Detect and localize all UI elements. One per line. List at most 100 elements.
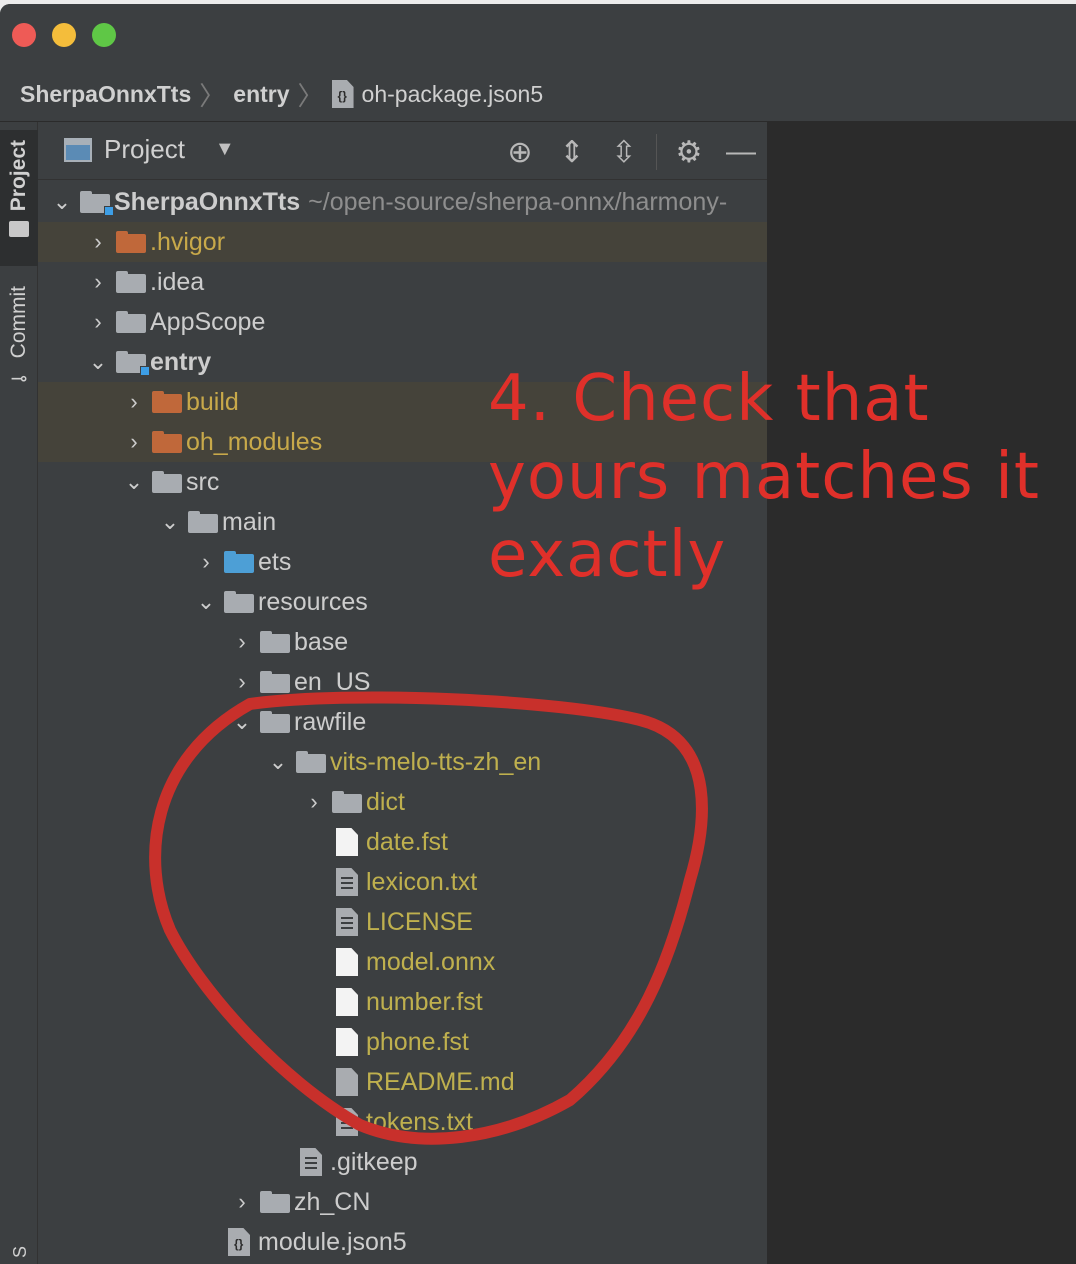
tree-label-model: model.onnx [366, 947, 496, 976]
project-panel: Project ▼ ⊕ ⇕ ⇳ ⚙ — ⌄ SherpaOnnxTts ~/op… [38, 122, 767, 1264]
tree-label-license: LICENSE [366, 907, 473, 936]
tree-row-gitkeep[interactable]: › .gitkeep [38, 1142, 767, 1182]
tree-row-date-fst[interactable]: › date.fst [38, 822, 767, 862]
chevron-down-icon[interactable]: ⌄ [116, 469, 152, 495]
project-view-selector[interactable]: Project ▼ [64, 134, 235, 165]
tab-project[interactable]: Project [0, 130, 38, 266]
folder-icon [116, 311, 146, 333]
toolbar-divider [656, 134, 657, 170]
tree-row-idea[interactable]: › .idea [38, 262, 767, 302]
text-file-icon [336, 1108, 358, 1136]
expand-all-icon[interactable]: ⇕ [546, 130, 598, 174]
gear-icon[interactable]: ⚙ [663, 130, 715, 174]
tool-window-strip: Project Commit ⊸ S [0, 122, 38, 1264]
tree-label-resources: resources [258, 587, 368, 616]
tree-row-readme[interactable]: › README.md [38, 1062, 767, 1102]
tree-label-lexicon: lexicon.txt [366, 867, 478, 896]
tab-structure[interactable]: S [10, 1242, 31, 1263]
source-folder-icon [224, 551, 254, 573]
chevron-right-icon[interactable]: › [116, 429, 152, 455]
tree-row-src[interactable]: ⌄ src [38, 462, 767, 502]
chevron-right-icon[interactable]: › [296, 789, 332, 815]
breadcrumb-module[interactable]: entry [233, 81, 289, 108]
folder-icon [116, 271, 146, 293]
chevron-down-icon[interactable]: ⌄ [44, 189, 80, 215]
tree-label-appscope: AppScope [150, 307, 266, 336]
tree-row-appscope[interactable]: › AppScope [38, 302, 767, 342]
chevron-down-icon[interactable]: ⌄ [260, 749, 296, 775]
tree-label-ets: ets [258, 547, 292, 576]
tree-row-main[interactable]: ⌄ main [38, 502, 767, 542]
tree-row-tokens[interactable]: › tokens.txt [38, 1102, 767, 1142]
locate-icon[interactable]: ⊕ [494, 130, 546, 174]
breadcrumb-project[interactable]: SherpaOnnxTts [20, 81, 191, 108]
chevron-right-icon[interactable]: › [224, 669, 260, 695]
tree-label-src: src [186, 467, 220, 496]
excluded-folder-icon [152, 431, 182, 453]
panel-toolbar: ⊕ ⇕ ⇳ ⚙ — [494, 130, 767, 174]
chevron-right-icon: 〉 [199, 80, 226, 111]
chevron-down-icon[interactable]: ⌄ [224, 709, 260, 735]
chevron-down-icon[interactable]: ⌄ [80, 349, 116, 375]
tree-path-root: ~/open-source/sherpa-onnx/harmony- [308, 187, 728, 216]
tree-label-base: base [294, 627, 349, 656]
tree-row-en-us[interactable]: › en_US [38, 662, 767, 702]
chevron-down-icon[interactable]: ▼ [215, 138, 235, 161]
minimize-window-button[interactable] [52, 23, 76, 47]
title-bar: SherpaOnnxTts 〉 entry 〉 {} oh-package.js… [0, 4, 1076, 122]
project-view-icon [64, 137, 92, 162]
tree-row-phone-fst[interactable]: › phone.fst [38, 1022, 767, 1062]
folder-icon [152, 471, 182, 493]
chevron-right-icon[interactable]: › [116, 389, 152, 415]
tree-row-lexicon[interactable]: › lexicon.txt [38, 862, 767, 902]
chevron-down-icon[interactable]: ⌄ [188, 589, 224, 615]
tree-row-rawfile[interactable]: ⌄ rawfile [38, 702, 767, 742]
folder-icon [260, 671, 290, 693]
project-tree: ⌄ SherpaOnnxTts ~/open-source/sherpa-onn… [38, 182, 767, 1262]
excluded-folder-icon [116, 231, 146, 253]
collapse-all-icon[interactable]: ⇳ [598, 130, 650, 174]
tree-row-entry[interactable]: ⌄ entry [38, 342, 767, 382]
tree-row-license[interactable]: › LICENSE [38, 902, 767, 942]
tree-label-gitkeep: .gitkeep [330, 1147, 418, 1176]
tree-row-oh-modules[interactable]: › oh_modules [38, 422, 767, 462]
chevron-right-icon[interactable]: › [80, 229, 116, 255]
tree-row-hvigor[interactable]: › .hvigor [38, 222, 767, 262]
chevron-right-icon: 〉 [297, 80, 324, 111]
zoom-window-button[interactable] [92, 23, 116, 47]
chevron-right-icon[interactable]: › [224, 1189, 260, 1215]
tree-label-main: main [222, 507, 277, 536]
tree-label-entry: entry [150, 347, 212, 376]
tree-label-phone-fst: phone.fst [366, 1027, 469, 1056]
chevron-right-icon[interactable]: › [188, 549, 224, 575]
minimize-icon[interactable]: — [715, 130, 767, 174]
tree-row-zh-cn[interactable]: › zh_CN [38, 1182, 767, 1222]
tree-row-root[interactable]: ⌄ SherpaOnnxTts ~/open-source/sherpa-onn… [38, 182, 767, 222]
tree-row-number-fst[interactable]: › number.fst [38, 982, 767, 1022]
tree-label-vits: vits-melo-tts-zh_en [330, 747, 542, 776]
close-window-button[interactable] [12, 23, 36, 47]
tree-label-tokens: tokens.txt [366, 1107, 473, 1136]
tab-commit[interactable]: Commit ⊸ [0, 282, 38, 398]
tree-row-ets[interactable]: › ets [38, 542, 767, 582]
project-panel-header: Project ▼ ⊕ ⇕ ⇳ ⚙ — [38, 122, 767, 180]
folder-icon [188, 511, 218, 533]
chevron-right-icon[interactable]: › [80, 269, 116, 295]
chevron-right-icon[interactable]: › [80, 309, 116, 335]
breadcrumb-file[interactable]: {} oh-package.json5 [331, 80, 543, 108]
tree-row-vits[interactable]: ⌄ vits-melo-tts-zh_en [38, 742, 767, 782]
chevron-right-icon[interactable]: › [224, 629, 260, 655]
text-file-icon [300, 1148, 322, 1176]
tree-label-root: SherpaOnnxTts [114, 187, 301, 216]
tree-row-dict[interactable]: › dict [38, 782, 767, 822]
tree-row-resources[interactable]: ⌄ resources [38, 582, 767, 622]
tree-label-dict: dict [366, 787, 405, 816]
markdown-file-icon [336, 1068, 358, 1096]
tree-row-module-json[interactable]: › {} module.json5 [38, 1222, 767, 1262]
text-file-icon [336, 868, 358, 896]
chevron-down-icon[interactable]: ⌄ [152, 509, 188, 535]
ide-window: SherpaOnnxTts 〉 entry 〉 {} oh-package.js… [0, 4, 1076, 1264]
tree-row-model[interactable]: › model.onnx [38, 942, 767, 982]
tree-row-build[interactable]: › build [38, 382, 767, 422]
tree-row-base[interactable]: › base [38, 622, 767, 662]
